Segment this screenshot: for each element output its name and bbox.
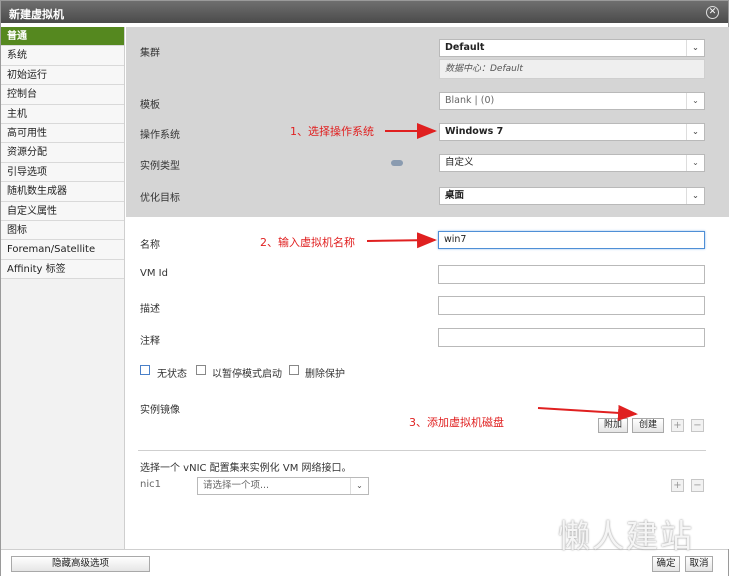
arrow-to-name-field [366, 232, 437, 249]
arrow-to-create-button [537, 404, 638, 421]
annotation-arrows [366, 123, 638, 421]
watermark-logo: 懒人建站 [558, 517, 695, 555]
new-vm-dialog: 新建虚拟机 ✕ 普通 系统 初始运行 控制台 主机 高可用性 资源分配 引导选项 随机数生成器自… [0, 0, 729, 576]
